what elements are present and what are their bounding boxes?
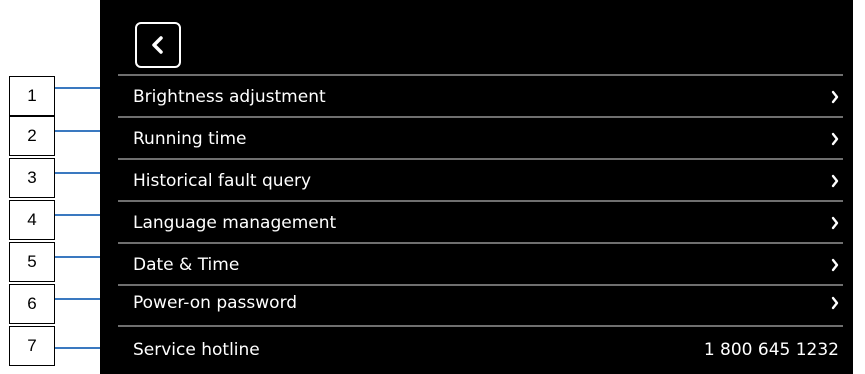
chevron-right-icon — [831, 258, 839, 272]
menu-item-label: Historical fault query — [133, 171, 312, 191]
divider — [118, 200, 843, 202]
callout-5: 5 — [9, 242, 55, 282]
menu-item-label: Date & Time — [133, 255, 240, 275]
callout-7: 7 — [9, 326, 55, 366]
menu-item-label: Service hotline — [133, 340, 260, 360]
divider — [118, 158, 843, 160]
chevron-right-icon — [831, 296, 839, 310]
menu-item-language-management[interactable]: Language management — [133, 203, 839, 243]
menu-item-label: Power-on password — [133, 293, 298, 313]
service-hotline-number: 1 800 645 1232 — [703, 340, 839, 360]
callout-leader-2 — [55, 130, 100, 132]
menu-item-label: Running time — [133, 129, 247, 149]
chevron-right-icon — [831, 132, 839, 146]
callout-leader-5 — [55, 256, 100, 258]
chevron-left-icon — [152, 36, 163, 54]
callout-3: 3 — [9, 158, 55, 198]
callout-leader-6 — [55, 298, 100, 300]
divider — [118, 325, 843, 327]
menu-item-historical-fault-query[interactable]: Historical fault query — [133, 161, 839, 201]
device-screen: Brightness adjustment Running time Histo… — [100, 0, 853, 374]
chevron-right-icon — [831, 90, 839, 104]
callout-2: 2 — [9, 116, 55, 156]
callout-leader-3 — [55, 172, 100, 174]
callout-6: 6 — [9, 284, 55, 324]
chevron-right-icon — [831, 174, 839, 188]
menu-item-power-on-password[interactable]: Power-on password — [133, 283, 839, 323]
menu-item-label: Language management — [133, 213, 337, 233]
divider — [118, 74, 843, 76]
divider — [118, 242, 843, 244]
menu-item-brightness-adjustment[interactable]: Brightness adjustment — [133, 77, 839, 117]
callout-leader-7 — [55, 347, 100, 349]
callout-leader-4 — [55, 214, 100, 216]
callout-1: 1 — [9, 76, 55, 116]
chevron-right-icon — [831, 216, 839, 230]
menu-item-running-time[interactable]: Running time — [133, 119, 839, 159]
callout-leader-1 — [55, 87, 100, 89]
menu-item-service-hotline: Service hotline 1 800 645 1232 — [133, 330, 839, 370]
menu-item-label: Brightness adjustment — [133, 87, 326, 107]
back-button[interactable] — [135, 22, 181, 68]
menu-item-date-time[interactable]: Date & Time — [133, 245, 839, 285]
divider — [118, 116, 843, 118]
callout-4: 4 — [9, 200, 55, 240]
